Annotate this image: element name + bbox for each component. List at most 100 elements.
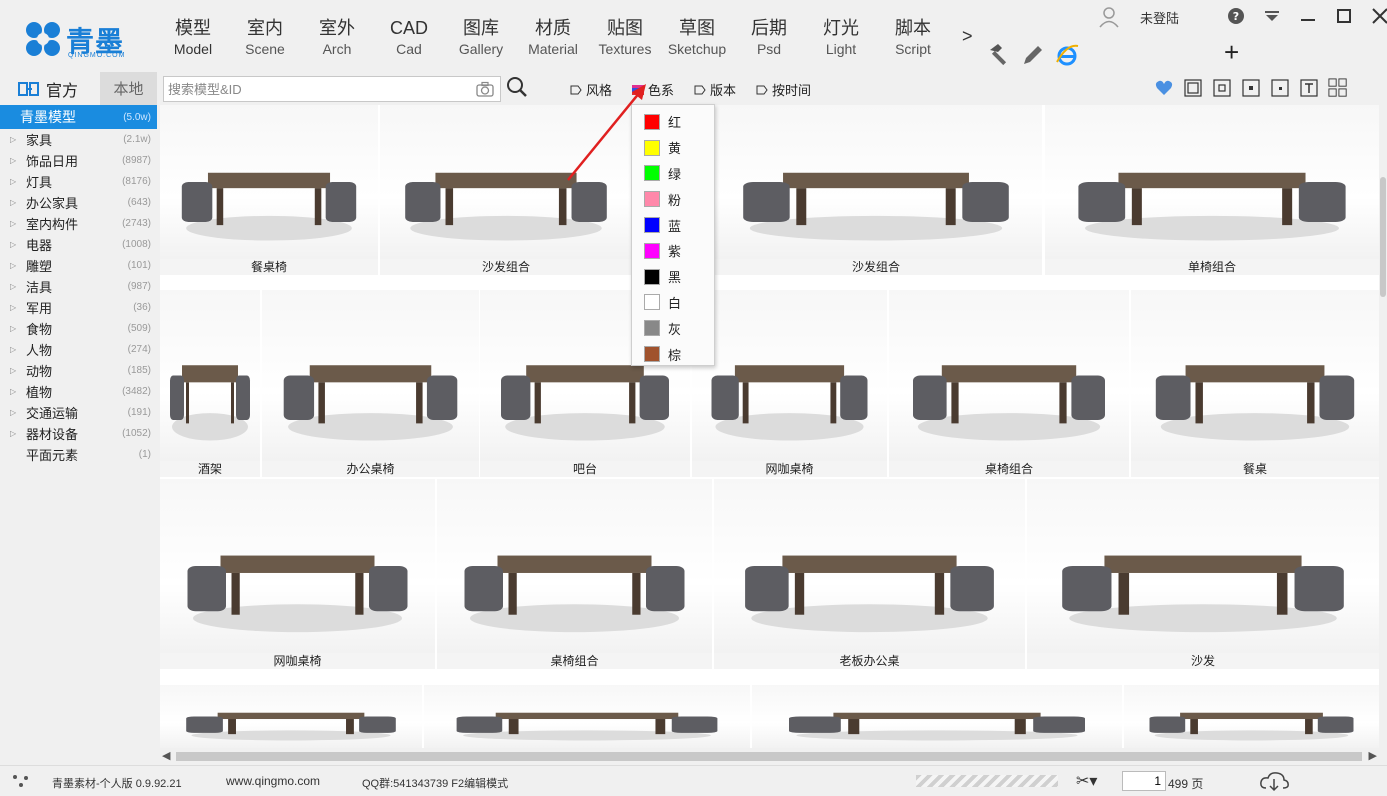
filter-version[interactable]: 版本 (694, 80, 736, 99)
pencil-icon[interactable] (1020, 42, 1046, 68)
color-option[interactable]: 绿 (632, 161, 714, 187)
dropdown-menu-icon[interactable] (1260, 4, 1284, 28)
page-number-input[interactable] (1122, 771, 1166, 791)
model-tile[interactable]: 沙发组合 (710, 105, 1042, 275)
tab-official[interactable]: 官方 (0, 72, 100, 105)
model-thumbnail[interactable] (1124, 685, 1379, 748)
model-thumbnail[interactable] (692, 290, 887, 461)
model-tile[interactable]: 酒架 (160, 290, 260, 477)
model-tile[interactable]: 单椅组合 (1045, 105, 1379, 275)
model-tile[interactable]: 网咖桌椅 (692, 290, 887, 477)
color-option[interactable]: 红 (632, 109, 714, 135)
nav-tab-gallery[interactable]: 图库 Gallery (445, 16, 517, 64)
model-tile[interactable] (424, 685, 750, 748)
color-option[interactable]: 棕 (632, 341, 714, 367)
model-thumbnail[interactable] (889, 290, 1129, 461)
expand-arrow-icon[interactable]: ▷ (10, 303, 20, 312)
model-thumbnail[interactable] (262, 290, 479, 461)
category-item[interactable]: 平面元素 (1) (0, 444, 157, 465)
category-item[interactable]: ▷ 食物 (509) (0, 318, 157, 339)
category-item[interactable]: ▷ 军用 (36) (0, 297, 157, 318)
category-item[interactable]: ▷ 室内构件 (2743) (0, 213, 157, 234)
filter-style[interactable]: 风格 (570, 80, 612, 99)
category-item[interactable]: ▷ 洁具 (987) (0, 276, 157, 297)
grid-layout-icon[interactable] (1328, 78, 1348, 98)
model-thumbnail[interactable] (710, 105, 1042, 259)
nav-tab-sketchup[interactable]: 草图 Sketchup (661, 16, 733, 64)
scrollbar-thumb[interactable] (176, 752, 1362, 761)
expand-arrow-icon[interactable]: ▷ (10, 282, 20, 291)
text-mode-icon[interactable] (1299, 78, 1319, 98)
model-tile[interactable]: 老板办公桌 (714, 479, 1025, 669)
camera-icon[interactable] (476, 81, 494, 97)
view-small-icon[interactable] (1241, 78, 1261, 98)
model-tile[interactable]: 桌椅组合 (437, 479, 712, 669)
category-item[interactable]: ▷ 交通运输 (191) (0, 402, 157, 423)
category-item[interactable]: ▷ 办公家具 (643) (0, 192, 157, 213)
minimize-icon[interactable] (1296, 4, 1320, 28)
help-icon[interactable]: ? (1224, 4, 1248, 28)
nav-more-button[interactable]: > (962, 26, 973, 47)
filter-time[interactable]: 按时间 (756, 80, 811, 99)
category-item[interactable]: ▷ 人物 (274) (0, 339, 157, 360)
scroll-right-icon[interactable]: ▶ (1369, 749, 1377, 762)
model-thumbnail[interactable] (424, 685, 750, 748)
model-thumbnail[interactable] (160, 105, 378, 259)
expand-arrow-icon[interactable]: ▷ (10, 177, 20, 186)
color-option[interactable]: 黄 (632, 135, 714, 161)
nav-tab-psd[interactable]: 后期 Psd (733, 16, 805, 64)
expand-arrow-icon[interactable]: ▷ (10, 324, 20, 333)
add-button[interactable]: + (1224, 38, 1239, 66)
expand-arrow-icon[interactable]: ▷ (10, 429, 20, 438)
scroll-left-icon[interactable]: ◀ (162, 749, 170, 762)
favorite-heart-icon[interactable] (1154, 78, 1174, 98)
expand-arrow-icon[interactable]: ▷ (10, 345, 20, 354)
cloud-download-icon[interactable] (1258, 770, 1290, 792)
model-tile[interactable]: 沙发 (1027, 479, 1379, 669)
expand-arrow-icon[interactable]: ▷ (10, 240, 20, 249)
category-item[interactable]: ▷ 饰品日用 (8987) (0, 150, 157, 171)
model-tile[interactable] (752, 685, 1122, 748)
view-large-icon[interactable] (1183, 78, 1203, 98)
nav-tab-model[interactable]: 模型 Model (157, 16, 229, 64)
category-item[interactable]: ▷ 器材设备 (1052) (0, 423, 157, 444)
expand-arrow-icon[interactable]: ▷ (10, 408, 20, 417)
category-item[interactable]: ▷ 灯具 (8176) (0, 171, 157, 192)
model-thumbnail[interactable] (1027, 479, 1379, 653)
model-thumbnail[interactable] (160, 685, 422, 748)
user-area[interactable]: 未登陆 (1098, 4, 1179, 30)
expand-arrow-icon[interactable]: ▷ (10, 261, 20, 270)
category-item[interactable]: ▷ 家具 (2.1w) (0, 129, 157, 150)
user-name[interactable]: 未登陆 (1140, 8, 1179, 27)
nav-tab-scene[interactable]: 室内 Scene (229, 16, 301, 64)
model-tile[interactable]: 网咖桌椅 (160, 479, 435, 669)
vertical-scrollbar[interactable] (1379, 105, 1387, 748)
color-option[interactable]: 白 (632, 290, 714, 316)
nav-tab-script[interactable]: 脚本 Script (877, 16, 949, 64)
model-tile[interactable] (160, 685, 422, 748)
model-tile[interactable] (1124, 685, 1379, 748)
nav-tab-light[interactable]: 灯光 Light (805, 16, 877, 64)
ie-browser-icon[interactable] (1054, 42, 1080, 68)
nav-tab-textures[interactable]: 贴图 Textures (589, 16, 661, 64)
nav-tab-arch[interactable]: 室外 Arch (301, 16, 373, 64)
expand-arrow-icon[interactable]: ▷ (10, 198, 20, 207)
category-item[interactable]: ▷ 电器 (1008) (0, 234, 157, 255)
model-tile[interactable]: 餐桌椅 (160, 105, 378, 275)
color-option[interactable]: 紫 (632, 238, 714, 264)
model-tile[interactable]: 桌椅组合 (889, 290, 1129, 477)
horizontal-scrollbar[interactable]: ◀ ▶ (160, 748, 1379, 765)
color-option[interactable]: 蓝 (632, 212, 714, 238)
model-thumbnail[interactable] (1131, 290, 1379, 461)
model-thumbnail[interactable] (380, 105, 632, 259)
expand-arrow-icon[interactable]: ▷ (10, 219, 20, 228)
model-thumbnail[interactable] (437, 479, 712, 653)
model-tile[interactable]: 办公桌椅 (262, 290, 479, 477)
expand-arrow-icon[interactable]: ▷ (10, 366, 20, 375)
color-option[interactable]: 粉 (632, 186, 714, 212)
app-logo[interactable]: 青墨 QINGMO.COM (24, 18, 124, 62)
category-item[interactable]: 青墨模型 (5.0w) (0, 105, 157, 129)
model-thumbnail[interactable] (752, 685, 1122, 748)
category-item[interactable]: ▷ 动物 (185) (0, 360, 157, 381)
color-option[interactable]: 黑 (632, 264, 714, 290)
